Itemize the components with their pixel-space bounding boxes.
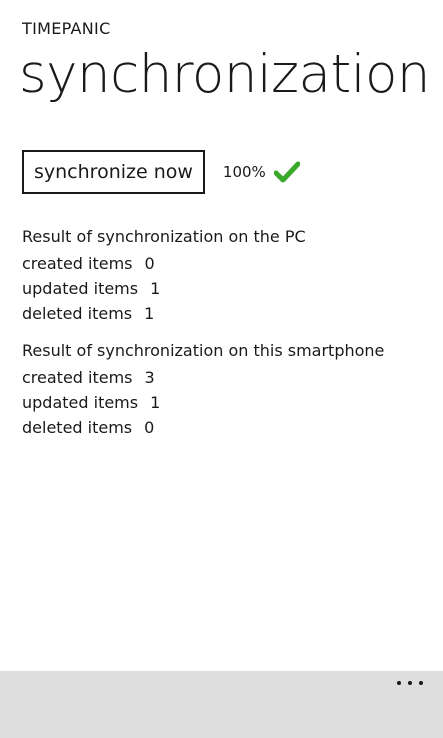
dot xyxy=(408,681,412,685)
stat-value: 1 xyxy=(150,393,161,412)
pc-result-section: Result of synchronization on the PC crea… xyxy=(22,224,306,326)
stat-value: 3 xyxy=(144,368,155,387)
stat-value: 1 xyxy=(150,279,161,298)
checkmark-icon xyxy=(273,161,300,183)
stat-value: 0 xyxy=(144,418,155,437)
phone-result-section: Result of synchronization on this smartp… xyxy=(22,338,384,440)
stat-label: deleted items xyxy=(22,418,133,437)
stat-label: deleted items xyxy=(22,304,133,323)
phone-updated-row: updated items 1 xyxy=(22,390,384,415)
stat-label: created items xyxy=(22,368,133,387)
pc-created-row: created items 0 xyxy=(22,251,306,276)
dot xyxy=(397,681,401,685)
pc-result-heading: Result of synchronization on the PC xyxy=(22,227,306,246)
pc-deleted-row: deleted items 1 xyxy=(22,301,306,326)
sync-progress: 100% xyxy=(222,163,266,181)
pc-updated-row: updated items 1 xyxy=(22,276,306,301)
stat-label: updated items xyxy=(22,393,139,412)
ellipsis-icon[interactable] xyxy=(397,675,423,691)
app-bar xyxy=(0,671,443,738)
stat-value: 0 xyxy=(144,254,155,273)
page-title: synchronization xyxy=(19,44,431,105)
stat-value: 1 xyxy=(144,304,155,323)
phone-result-heading: Result of synchronization on this smartp… xyxy=(22,341,385,360)
sync-controls: synchronize now 100% xyxy=(22,150,300,194)
dot xyxy=(419,681,423,685)
stat-label: updated items xyxy=(22,279,139,298)
phone-created-row: created items 3 xyxy=(22,365,384,390)
phone-deleted-row: deleted items 0 xyxy=(22,415,384,440)
synchronize-now-button[interactable]: synchronize now xyxy=(22,150,205,194)
stat-label: created items xyxy=(22,254,133,273)
app-name: TIMEPANIC xyxy=(22,19,111,38)
